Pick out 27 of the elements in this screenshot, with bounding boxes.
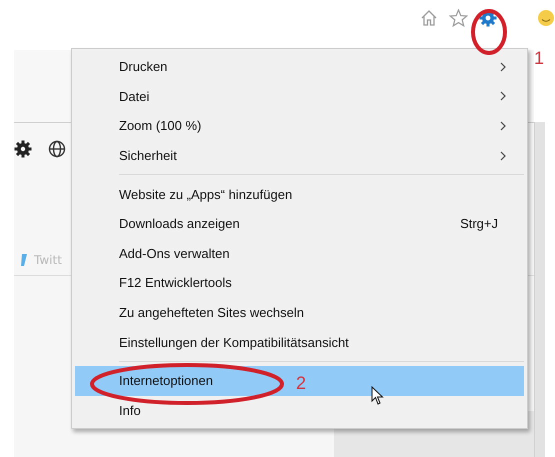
menu-item[interactable]: F12 Entwicklertools [75,268,524,298]
cursor-icon [371,386,384,406]
gear-icon[interactable] [14,140,32,158]
smiley-icon[interactable] [537,9,555,27]
shortcut-text: Strg+J [460,216,498,232]
menu-item[interactable]: Einstellungen der Kompatibilitätsansicht [75,327,524,357]
annotation-number: 2 [296,373,306,394]
annotation-ellipse [470,8,508,56]
chevron-icon [500,62,506,72]
scrollbar[interactable] [534,122,545,457]
menu-item[interactable]: Website zu „Apps“ hinzufügen [75,179,524,209]
menu-item[interactable]: Drucken [75,52,524,82]
home-icon[interactable] [420,9,438,27]
bird-icon [20,253,28,267]
globe-icon[interactable] [48,140,66,158]
chevron-icon [500,150,506,161]
chevron-icon [500,91,506,102]
chevron-icon [500,120,506,131]
menu-item[interactable]: Sicherheit [75,140,524,170]
menu-item[interactable]: Datei [75,82,524,112]
menu-item[interactable]: Downloads anzeigen Strg+J [75,208,524,239]
menu-item[interactable]: Zu angehefteten Sites wechseln [75,298,524,328]
menu-item[interactable]: Zoom (100 %) [75,111,524,141]
menu-item[interactable]: Add-Ons verwalten [75,238,524,268]
star-icon[interactable] [449,9,468,27]
menu-item[interactable]: Info [75,396,524,426]
annotation-number: 1 [534,48,544,69]
